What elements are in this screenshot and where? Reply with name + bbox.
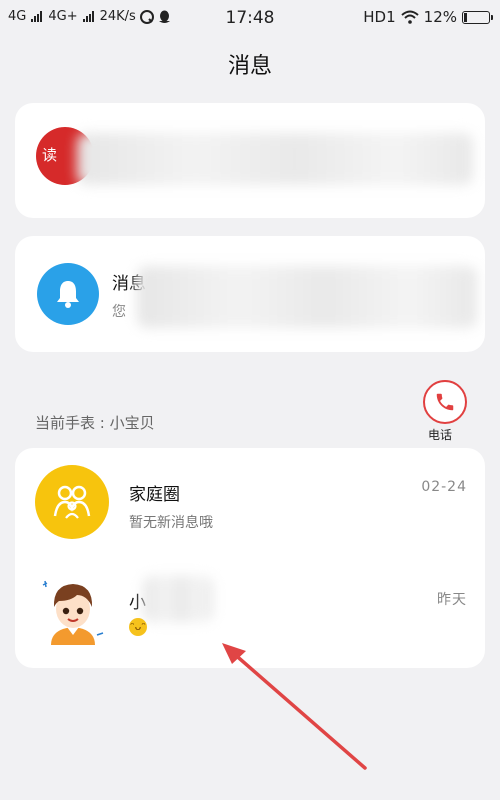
status-bar: 4G 4G+ 24K/s 17:48 HD1 12% [0, 0, 500, 36]
phone-icon [436, 393, 454, 411]
bell-icon [37, 263, 99, 325]
avatar [41, 573, 105, 645]
blurred-content [137, 266, 477, 328]
grin-emoji-icon: ᵔᴗᵔ [129, 618, 147, 636]
family-icon [35, 465, 109, 539]
phone-label: 电话 [428, 428, 453, 442]
chat-subtitle: 暂无新消息哦 [129, 515, 213, 531]
phone-button[interactable] [423, 380, 467, 424]
chat-list-card: 家庭圈 暂无新消息哦 02-24 小 ᵔᴗᵔ 昨天 [15, 448, 485, 668]
notification-subtitle: 您 [112, 304, 126, 320]
battery-percent: 12% [423, 8, 457, 26]
reading-badge-text: 读 [42, 146, 58, 164]
hd-label: HD1 [363, 8, 396, 26]
chat-name: 家庭圈 [129, 485, 180, 505]
battery-icon [462, 10, 493, 24]
chat-time: 昨天 [437, 592, 467, 608]
blurred-name [143, 576, 213, 622]
current-watch-label: 当前手表 : 小宝贝 [35, 414, 155, 432]
blurred-content [77, 133, 473, 185]
status-right: HD1 12% [363, 8, 493, 26]
notification-card[interactable]: 消息 您 [15, 236, 485, 352]
chat-time: 02-24 [421, 479, 467, 495]
reading-card[interactable]: 读 [15, 103, 485, 218]
wifi-icon [400, 10, 419, 24]
page-title: 消息 [227, 54, 272, 79]
